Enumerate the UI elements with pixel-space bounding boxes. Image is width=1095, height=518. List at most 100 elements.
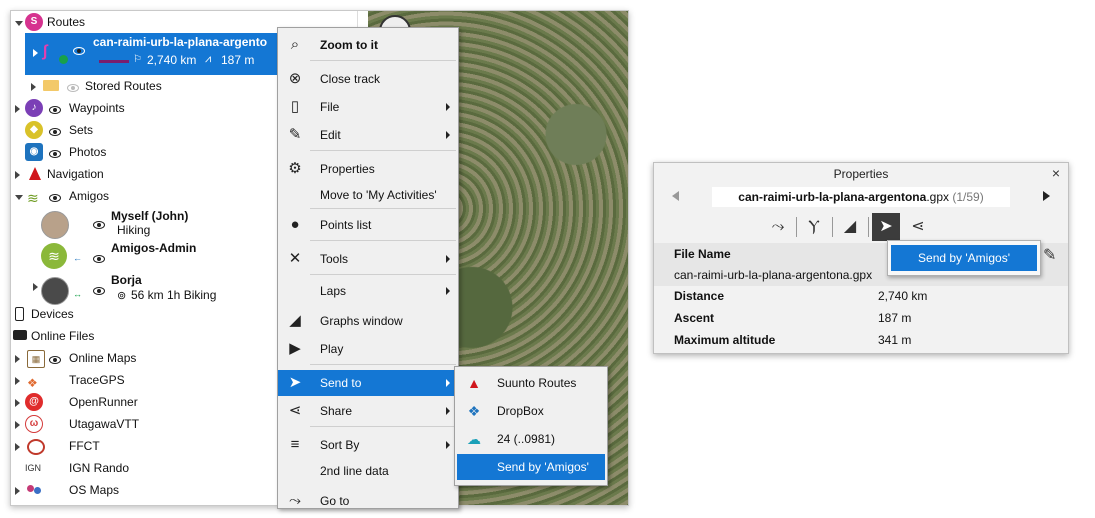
menu-item-file[interactable]: ▯ File <box>278 94 458 120</box>
phone-cloud-icon: ☁ <box>467 431 481 447</box>
visibility-eye-icon[interactable] <box>49 194 61 202</box>
menu-item-share[interactable]: ⋖ Share <box>278 398 458 424</box>
context-menu: ⌕ Zoom to it ⊗ Close track ▯ File ✎ Edit… <box>277 27 459 509</box>
property-row: Distance 2,740 km <box>654 285 1068 307</box>
close-icon[interactable]: × <box>1052 165 1060 181</box>
expand-arrow-icon[interactable] <box>15 195 23 200</box>
camera-icon: ◉ <box>25 143 43 161</box>
send-arrow-icon: ➤ <box>288 374 302 391</box>
track-tab-icon[interactable]: ⤳ <box>764 213 792 241</box>
visibility-eye-icon[interactable] <box>49 150 61 158</box>
menu-item-second-line[interactable]: 2nd line data <box>278 458 458 484</box>
submenu-arrow-icon <box>446 441 450 449</box>
menu-label: Zoom to it <box>320 38 378 52</box>
visibility-eye-icon[interactable] <box>49 106 61 114</box>
avatar <box>41 211 69 239</box>
menu-item-tools[interactable]: ✕ Tools <box>278 246 458 272</box>
visibility-eye-icon[interactable] <box>93 287 105 295</box>
edit-icon[interactable]: ✎ <box>1043 245 1056 265</box>
send-by-amigos-button[interactable]: Send by 'Amigos' <box>891 245 1037 271</box>
os-maps-icon <box>27 485 34 492</box>
expand-arrow-icon[interactable] <box>15 443 20 451</box>
menu-item-laps[interactable]: Laps <box>278 278 458 304</box>
menu-item-go-to[interactable]: ⤳ Go to <box>278 488 458 508</box>
next-arrow-icon[interactable] <box>1043 191 1050 201</box>
menu-item-points-list[interactable]: ● Points list <box>278 212 458 238</box>
route-name: can-raimi-urb-la-plana-argento <box>93 35 268 49</box>
expand-arrow-icon[interactable] <box>33 283 38 291</box>
menu-label: Graphs window <box>320 314 403 328</box>
submenu-label: DropBox <box>497 404 544 418</box>
menu-item-sort-by[interactable]: ≡ Sort By <box>278 432 458 458</box>
property-value: 187 m <box>878 311 912 325</box>
submenu-item-send-amigos[interactable]: Send by 'Amigos' <box>457 454 605 480</box>
expand-arrow-icon[interactable] <box>15 355 20 363</box>
menu-item-play[interactable]: ▶ Play <box>278 336 458 362</box>
visibility-eye-icon[interactable] <box>49 128 61 136</box>
menu-item-graphs-window[interactable]: ◢ Graphs window <box>278 308 458 334</box>
expand-arrow-icon[interactable] <box>15 105 20 113</box>
arrow-icon: ← <box>73 253 82 263</box>
menu-item-move-to[interactable]: Move to 'My Activities' <box>278 182 458 208</box>
send-to-submenu: ▲ Suunto Routes ❖ DropBox ☁ 24 (..0981) … <box>454 366 608 486</box>
menu-label: File <box>320 100 340 114</box>
menu-label: Properties <box>320 162 375 176</box>
menu-item-properties[interactable]: ⚙ Properties <box>278 156 458 182</box>
pencil-icon: ✎ <box>288 126 302 143</box>
map-icon: ▦ <box>27 350 45 368</box>
menu-item-send-to[interactable]: ➤ Send to <box>278 370 458 396</box>
menu-divider <box>310 274 456 275</box>
expand-arrow-icon[interactable] <box>15 421 20 429</box>
menu-item-edit[interactable]: ✎ Edit <box>278 122 458 148</box>
arrow-icon: ↔ <box>73 289 82 299</box>
expand-arrow-icon[interactable] <box>31 83 36 91</box>
tree-item-label: Waypoints <box>69 101 125 115</box>
sets-cube-icon: ◆ <box>25 121 43 139</box>
expand-arrow-icon[interactable] <box>15 171 20 179</box>
property-value: 2,740 km <box>878 289 928 303</box>
dropbox-icon: ❖ <box>467 403 481 419</box>
menu-label: Points list <box>320 218 372 232</box>
file-counter: (1/59) <box>952 190 984 204</box>
amigo-name: Borja <box>111 273 142 287</box>
properties-icon: ⚙ <box>288 160 302 177</box>
graph-tab-icon[interactable]: ◢ <box>836 213 864 241</box>
submenu-item-device[interactable]: ☁ 24 (..0981) <box>457 426 605 452</box>
distance-icon: ⚐ <box>133 54 142 65</box>
ffct-icon <box>27 439 45 455</box>
visibility-eye-icon[interactable] <box>49 356 61 364</box>
visibility-eye-icon[interactable] <box>93 255 105 263</box>
selected-route-item[interactable]: ∫ can-raimi-urb-la-plana-argento ⚐ 2,740… <box>25 33 281 75</box>
visibility-eye-icon[interactable] <box>67 84 79 92</box>
split-tab-icon[interactable]: Ⲩ <box>800 213 828 241</box>
menu-label: Sort By <box>320 438 360 452</box>
expand-arrow-icon[interactable] <box>15 377 20 385</box>
menu-item-zoom[interactable]: ⌕ Zoom to it <box>278 32 458 58</box>
visibility-eye-icon[interactable] <box>73 47 85 55</box>
expand-arrow-icon[interactable] <box>15 487 20 495</box>
submenu-item-dropbox[interactable]: ❖ DropBox <box>457 398 605 424</box>
menu-divider <box>310 426 456 427</box>
zoom-icon: ⌕ <box>290 36 300 53</box>
send-tab-icon[interactable]: ➤ <box>872 213 900 241</box>
visibility-eye-icon[interactable] <box>93 221 105 229</box>
toolbar-divider <box>868 217 869 237</box>
tree-item-label: Stored Routes <box>85 79 162 93</box>
toolbar-divider <box>796 217 797 237</box>
submenu-item-suunto[interactable]: ▲ Suunto Routes <box>457 370 605 396</box>
expand-arrow-icon[interactable] <box>15 21 23 26</box>
menu-label: Share <box>320 404 353 418</box>
check-icon <box>59 55 68 64</box>
menu-item-close-track[interactable]: ⊗ Close track <box>278 66 458 92</box>
previous-arrow-icon[interactable] <box>672 191 679 201</box>
share-tab-icon[interactable]: ⋖ <box>904 213 932 241</box>
property-label: File Name <box>674 247 731 261</box>
navigation-arrow-icon <box>29 167 41 180</box>
expand-arrow-icon[interactable] <box>33 49 38 57</box>
property-label: Ascent <box>674 311 715 325</box>
submenu-arrow-icon <box>446 131 450 139</box>
utagawa-icon: ω <box>25 415 43 433</box>
expand-arrow-icon[interactable] <box>15 399 20 407</box>
tree-item-label: Online Files <box>31 329 95 343</box>
route-ascent: 187 m <box>221 53 255 67</box>
